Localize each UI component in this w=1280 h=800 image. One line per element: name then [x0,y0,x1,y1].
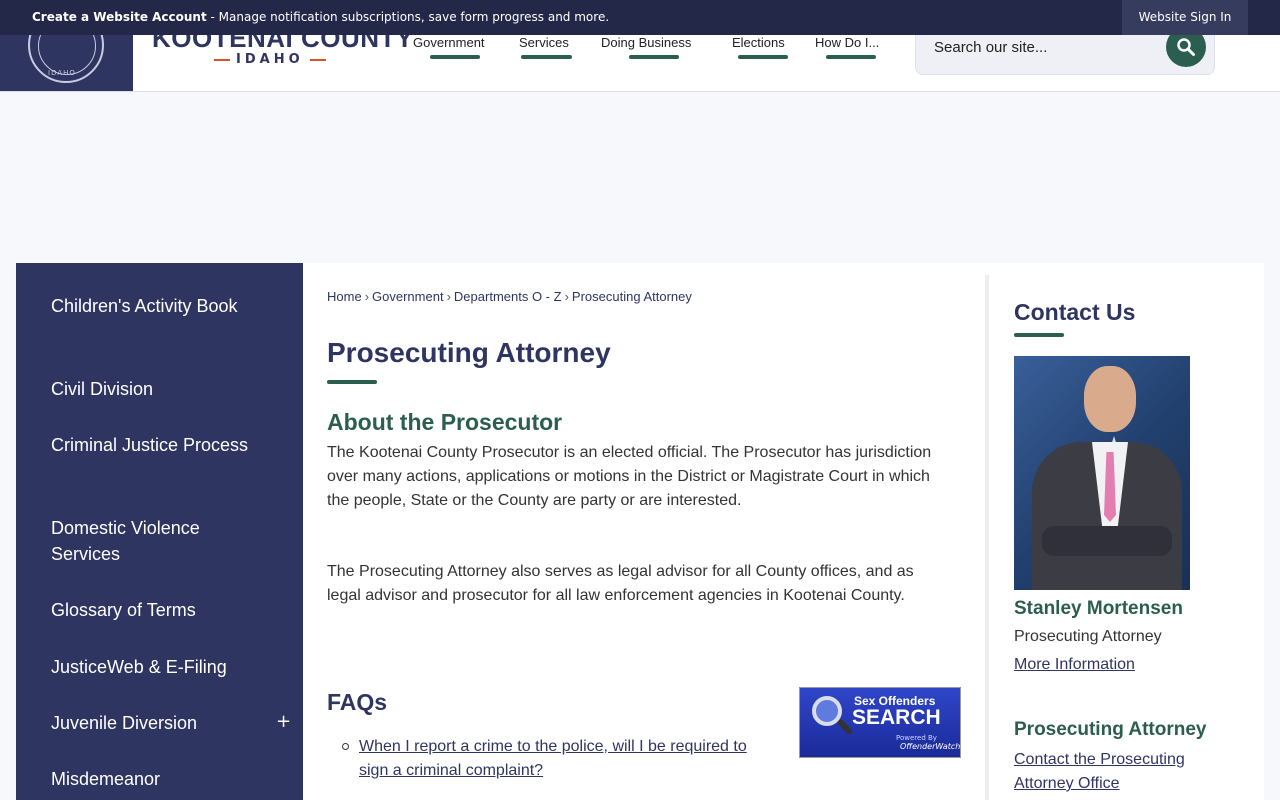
nav-underline [738,55,788,59]
column-divider [985,275,989,800]
nav-label: Services [519,35,569,50]
breadcrumb-current: Prosecuting Attorney [571,289,692,304]
main-content: Home › Government › Departments O - Z › Prosec… [327,263,977,800]
nav-label: Doing Business [601,35,692,50]
breadcrumb-separator: › [364,289,370,304]
main-panel: Children's Activity Book Civil Division … [16,263,1264,800]
nav-underline [629,55,679,59]
faq-link[interactable]: When I report a crime to the police, wil… [359,738,747,779]
sidebar-item-justiceweb-e-filing[interactable]: JusticeWeb & E-Filing [51,654,271,680]
contact-sidebar: Contact Us Stanley Mortensen Prosecuting… [1014,263,1244,800]
contact-name: Stanley Mortensen [1014,598,1183,619]
office-heading: Prosecuting Attorney [1014,719,1207,740]
site-search [915,35,1215,75]
about-paragraph-1: The Kootenai County Prosecutor is an ele… [327,444,932,509]
banner-line-2: SEARCH [852,706,941,729]
list-item: When I report a crime to the police, wil… [342,735,759,783]
nav-label: Elections [732,35,785,50]
create-account-link[interactable]: Create a Website Account [32,10,207,24]
county-seal-logo[interactable]: IDAHO [0,35,133,91]
logo-subtitle-text: IDAHO [236,52,304,67]
faq-heading: FAQs [327,689,388,715]
sidebar-item-misdemeanor[interactable]: Misdemeanor [51,766,271,792]
expand-icon[interactable]: + [276,711,291,732]
site-header: IDAHO KOOTENAI COUNTY IDAHO Government S… [0,35,1280,92]
breadcrumb: Home › Government › Departments O - Z › Prosec… [327,289,692,304]
faq-list: When I report a crime to the police, wil… [342,735,759,783]
about-heading: About the Prosecutor [327,409,563,435]
account-message: Create a Website Account - Manage notifi… [32,10,609,24]
sidebar-item-civil-division[interactable]: Civil Division [51,376,271,402]
contact-underline [1014,333,1064,337]
breadcrumb-government[interactable]: Government [372,289,444,304]
breadcrumb-home[interactable]: Home [327,289,362,304]
sidebar-item-glossary-of-terms[interactable]: Glossary of Terms [51,597,271,623]
nav-underline [430,55,480,59]
logo-subtitle: IDAHO [208,52,332,67]
search-input[interactable] [934,35,1164,59]
photo-head [1084,366,1136,432]
sidebar-item-childrens-activity-book[interactable]: Children's Activity Book [51,293,271,319]
search-button[interactable] [1166,35,1206,67]
bullet-icon [342,743,349,750]
banner-powered-by: Powered By [896,734,937,742]
sex-offenders-search-banner[interactable]: Sex Offenders SEARCH Powered By Offender… [799,687,961,758]
account-description: - Manage notification subscriptions, sav… [206,10,610,24]
photo-arms [1042,526,1172,556]
banner-brand: OffenderWatch [900,742,961,751]
contact-office-link[interactable]: Contact the Prosecuting Attorney Office [1014,748,1234,796]
title-underline [327,380,377,384]
nav-underline [826,55,876,59]
breadcrumb-separator: › [564,289,569,304]
logo-dash-right [309,58,326,61]
seal-text: IDAHO [48,69,76,77]
sidebar-item-juvenile-diversion[interactable]: Juvenile Diversion [51,710,271,736]
about-paragraph-2: The Prosecuting Attorney also serves as … [327,563,914,604]
sidebar-item-criminal-justice-process[interactable]: Criminal Justice Process [51,432,271,458]
search-icon [1177,38,1195,56]
nav-label: How Do I... [815,35,880,50]
contact-role: Prosecuting Attorney [1014,628,1162,645]
website-sign-in-button[interactable]: Website Sign In [1122,0,1248,35]
notification-bar: Create a Website Account - Manage notifi… [0,0,1280,35]
contact-heading: Contact Us [1014,299,1136,325]
logo-dash-left [214,58,230,61]
breadcrumb-departments[interactable]: Departments O - Z [454,289,562,304]
page-title: Prosecuting Attorney [327,337,611,368]
sidebar-nav: Children's Activity Book Civil Division … [16,263,303,800]
nav-underline [521,55,572,59]
nav-label: Government [413,35,485,50]
contact-photo [1014,356,1190,590]
sidebar-item-domestic-violence-services[interactable]: Domestic Violence Services [51,515,271,567]
magnifier-handle [836,718,854,736]
breadcrumb-separator: › [446,289,451,304]
more-information-link[interactable]: More Information [1014,656,1135,674]
